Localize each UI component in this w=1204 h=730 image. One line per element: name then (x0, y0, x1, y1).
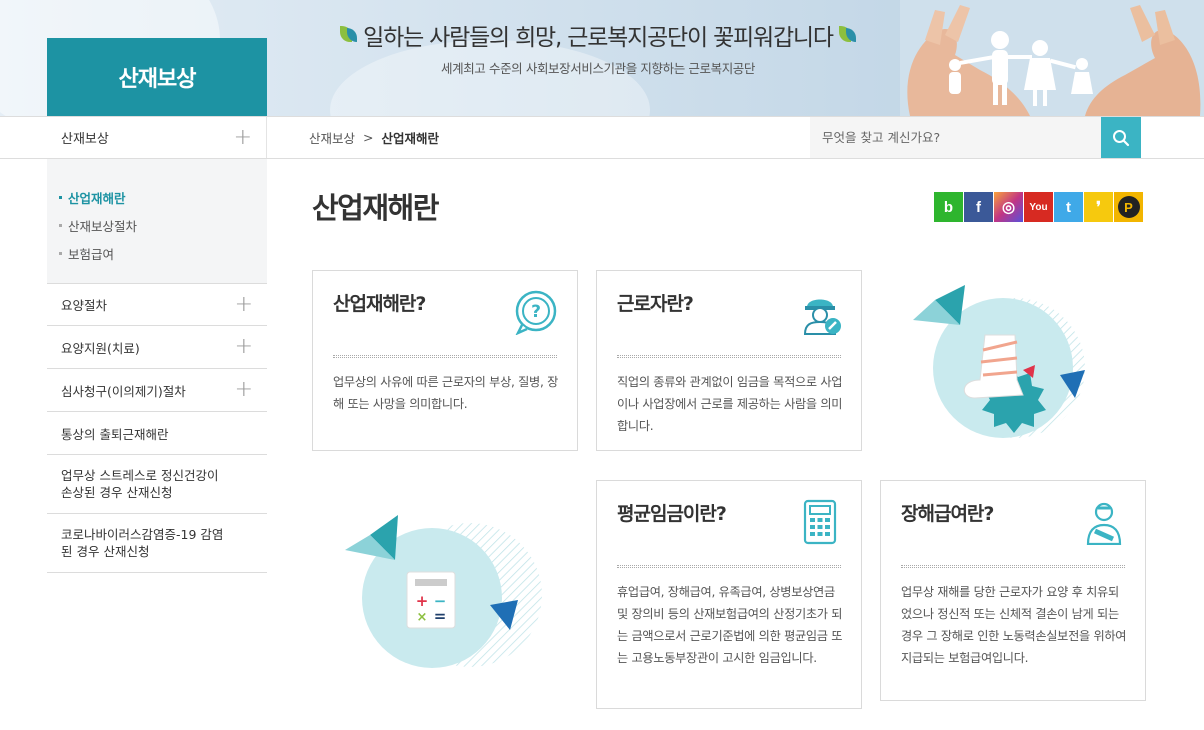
slogan-sub: 세계최고 수준의 사회보장서비스기관을 지향하는 근로복지공단 (441, 61, 755, 76)
card-worker[interactable]: 근로자란? 직업의 종류와 관계없이 임금을 목적으로 사업이나 사업장에서 근… (596, 270, 862, 451)
social-links: b f ◎ You t ❜ P (934, 192, 1143, 222)
kakaopage-icon[interactable]: P (1114, 192, 1143, 222)
breadcrumb: 산재보상 > 산업재해란 (309, 117, 439, 158)
kakaostory-icon[interactable]: ❜ (1084, 192, 1113, 222)
breadcrumb-current: 산업재해란 (381, 131, 440, 146)
search-icon (1113, 129, 1130, 146)
sidebar-item-care-support[interactable]: 요양지원(치료) + (47, 326, 267, 369)
submenu-item-compensation-procedure[interactable]: 산재보상절차 (59, 211, 255, 239)
svg-text:+: + (416, 592, 429, 610)
blog-icon[interactable]: b (934, 192, 963, 222)
instagram-icon[interactable]: ◎ (994, 192, 1023, 222)
search-input[interactable] (810, 117, 1101, 158)
injured-foot-illustration (913, 285, 1085, 438)
injured-person-icon (1086, 502, 1122, 545)
facebook-icon[interactable]: f (964, 192, 993, 222)
calculator-illustration: + − × = (345, 515, 542, 668)
submenu-item-insurance-benefits[interactable]: 보험급여 (59, 239, 255, 267)
card-industrial-accident[interactable]: 산업재해란? ? 업무상의 사유에 따른 근로자의 부상, 질병, 장해 또는 … (312, 270, 578, 451)
plus-icon[interactable]: + (234, 126, 252, 149)
card-description: 직업의 종류와 관계없이 임금을 목적으로 사업이나 사업장에서 근로를 제공하… (617, 375, 843, 433)
slogan: 일하는 사람들의 희망, 근로복지공단이 꽃피워갑니다 세계최고 수준의 사회보… (318, 18, 878, 77)
card-average-wage[interactable]: 평균임금이란? 휴업급여, 장해급여, 유족급여, 상병보상연금 및 장의비 등… (596, 480, 862, 709)
breadcrumb-item[interactable]: 산재보상 (309, 128, 355, 147)
sidebar-item-stress-claim[interactable]: 업무상 스트레스로 정신건강이 손상된 경우 산재신청 (47, 455, 267, 514)
section-badge: 산재보상 (47, 38, 267, 116)
question-bubble-icon: ? (515, 290, 557, 335)
svg-text:?: ? (531, 302, 541, 322)
calculator-icon (803, 499, 837, 545)
svg-text:×: × (417, 610, 428, 625)
hands-family-image (900, 0, 1204, 116)
submenu: 산업재해란 산재보상절차 보험급여 (47, 159, 267, 283)
slogan-text: 일하는 사람들의 희망, 근로복지공단이 꽃피워갑니다 (363, 25, 834, 51)
search-box (810, 117, 1141, 158)
side-head-label: 산재보상 (61, 132, 109, 147)
leaf-icon (340, 22, 358, 48)
worker-icon (803, 299, 841, 335)
plus-icon[interactable]: + (235, 293, 253, 316)
nav-bar: 산재보상 + 산재보상 > 산업재해란 (0, 116, 1204, 159)
leaf-icon (838, 22, 856, 48)
card-description: 업무상의 사유에 따른 근로자의 부상, 질병, 장해 또는 사망을 의미합니다… (333, 375, 559, 411)
youtube-icon[interactable]: You (1024, 192, 1053, 222)
plus-icon[interactable]: + (235, 336, 253, 358)
submenu-item-industrial-accident[interactable]: 산업재해란 (59, 183, 255, 211)
sidebar-item-care-procedure[interactable]: 요양절차 + (47, 283, 267, 326)
twitter-icon[interactable]: t (1054, 192, 1083, 222)
sidebar-item-commute-accident[interactable]: 통상의 출퇴근재해란 (47, 412, 267, 455)
svg-text:=: = (434, 607, 447, 625)
sidebar-item-appeal-procedure[interactable]: 심사청구(이의제기)절차 + (47, 369, 267, 412)
page-title: 산업재해란 (312, 191, 439, 225)
sidebar-item-covid-claim[interactable]: 코로나바이러스감염증-19 감염된 경우 산재신청 (47, 514, 267, 573)
top-banner: 일하는 사람들의 희망, 근로복지공단이 꽃피워갑니다 세계최고 수준의 사회보… (0, 0, 1204, 116)
card-disability-benefit[interactable]: 장해급여란? 업무상 재해를 당한 근로자가 요양 후 치유되었으나 정신적 또… (880, 480, 1146, 701)
card-description: 업무상 재해를 당한 근로자가 요양 후 치유되었으나 정신적 또는 신체적 결… (901, 585, 1127, 665)
side-menu-head[interactable]: 산재보상 + (47, 117, 267, 158)
search-button[interactable] (1101, 117, 1141, 158)
card-description: 휴업급여, 장해급여, 유족급여, 상병보상연금 및 장의비 등의 산재보험급여… (617, 585, 843, 665)
plus-icon[interactable]: + (235, 379, 253, 401)
breadcrumb-separator-icon: > (363, 130, 374, 145)
sidebar: 산업재해란 산재보상절차 보험급여 요양절차 + 요양지원(치료) + 심사청구(이… (47, 159, 267, 573)
